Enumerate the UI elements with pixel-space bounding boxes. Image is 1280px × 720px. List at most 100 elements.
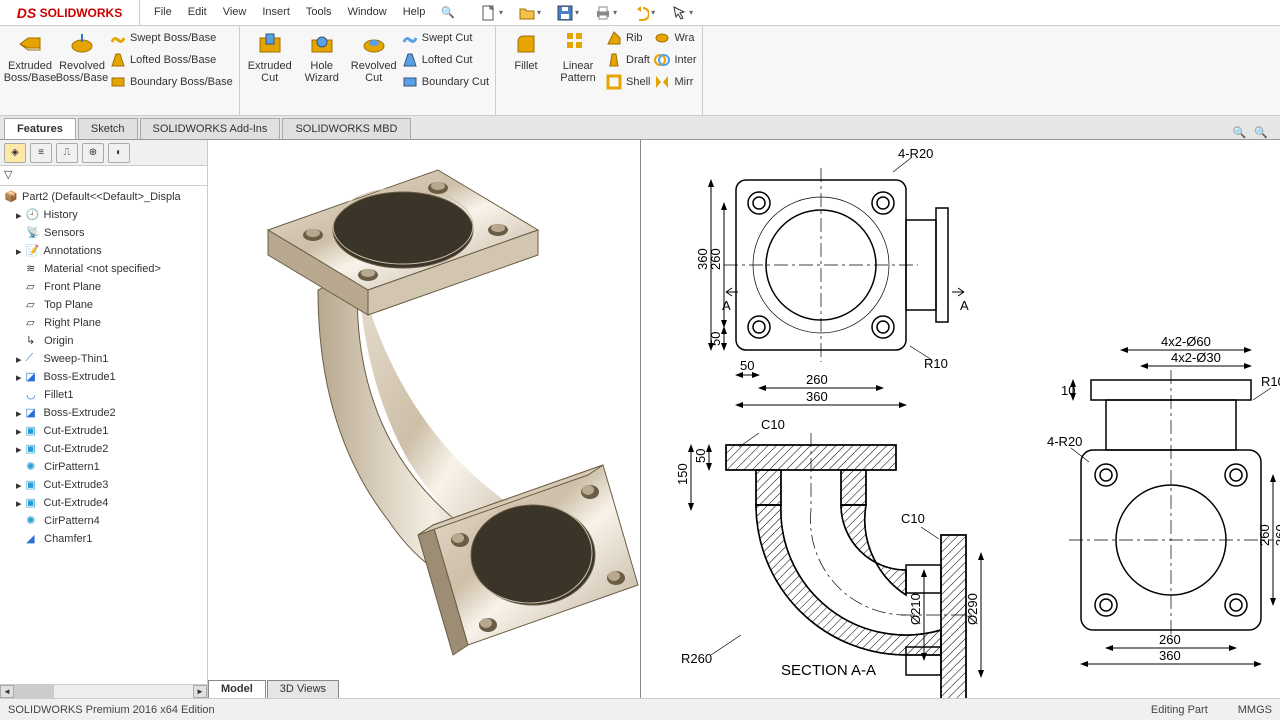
- tree-root[interactable]: 📦Part2 (Default<<Default>_Displa: [0, 188, 207, 206]
- swept-cut-button[interactable]: Swept Cut: [402, 30, 489, 46]
- lofted-boss-button[interactable]: Lofted Boss/Base: [110, 52, 233, 68]
- tree-item[interactable]: ◢Chamfer1: [0, 530, 207, 548]
- tree-tab-dimxpert-icon[interactable]: ⊕: [82, 143, 104, 163]
- tree-item[interactable]: ▸ ▣Cut-Extrude3: [0, 476, 207, 494]
- svg-text:R260: R260: [681, 651, 712, 666]
- tree-item[interactable]: ≋Material <not specified>: [0, 260, 207, 278]
- svg-text:R10: R10: [924, 356, 948, 371]
- tree-item[interactable]: 📡Sensors: [0, 224, 207, 242]
- tree-item[interactable]: ◡Fillet1: [0, 386, 207, 404]
- main-menu: File Edit View Insert Tools Window Help …: [140, 3, 469, 22]
- tree-item[interactable]: ▸ 🕘History: [0, 206, 207, 224]
- boundary-cut-button[interactable]: Boundary Cut: [402, 74, 489, 90]
- fillet-button[interactable]: Fillet: [502, 30, 550, 90]
- ribbon: Extruded Boss/Base Revolved Boss/Base Sw…: [0, 26, 1280, 116]
- boundary-boss-button[interactable]: Boundary Boss/Base: [110, 74, 233, 90]
- svg-text:C10: C10: [761, 417, 785, 432]
- svg-text:Ø290: Ø290: [965, 593, 980, 625]
- command-tab-bar: Features Sketch SOLIDWORKS Add-Ins SOLID…: [0, 116, 1280, 140]
- tree-item[interactable]: ✺CirPattern4: [0, 512, 207, 530]
- extruded-boss-label: Extruded Boss/Base: [4, 60, 57, 84]
- tab-features[interactable]: Features: [4, 118, 76, 139]
- tab-mbd[interactable]: SOLIDWORKS MBD: [282, 118, 410, 139]
- tree-tab-property-icon[interactable]: ≡: [30, 143, 52, 163]
- wrap-button[interactable]: Wra: [654, 30, 696, 46]
- zoom-area-icon[interactable]: 🔍: [1254, 126, 1268, 139]
- status-mode: Editing Part: [1151, 704, 1208, 716]
- status-bar: SOLIDWORKS Premium 2016 x64 Edition Edit…: [0, 698, 1280, 720]
- svg-text:360: 360: [806, 389, 828, 404]
- tree-tab-appearance-icon[interactable]: ◐: [108, 143, 130, 163]
- zoom-fit-icon[interactable]: 🔍: [1233, 126, 1247, 139]
- app-logo: DS SOLIDWORKS: [0, 0, 140, 25]
- svg-text:4x2-Ø60: 4x2-Ø60: [1161, 334, 1211, 349]
- status-edition: SOLIDWORKS Premium 2016 x64 Edition: [8, 704, 215, 716]
- svg-text:Ø210: Ø210: [908, 593, 923, 625]
- svg-text:C10: C10: [901, 511, 925, 526]
- tab-addins[interactable]: SOLIDWORKS Add-Ins: [140, 118, 281, 139]
- tree-item[interactable]: ▸ ▣Cut-Extrude1: [0, 422, 207, 440]
- svg-text:4-R20: 4-R20: [898, 146, 933, 161]
- menu-tools[interactable]: Tools: [304, 3, 334, 22]
- menu-search-icon[interactable]: 🔍: [439, 3, 457, 22]
- qat-save-button[interactable]: ▾: [553, 3, 583, 23]
- tree-item[interactable]: ▸ ⟋Sweep-Thin1: [0, 350, 207, 368]
- tab-sketch[interactable]: Sketch: [78, 118, 138, 139]
- svg-text:260: 260: [1257, 524, 1272, 546]
- mirror-button[interactable]: Mirr: [654, 74, 696, 90]
- tree-tab-features-icon[interactable]: ◈: [4, 143, 26, 163]
- rib-button[interactable]: Rib: [606, 30, 650, 46]
- hole-wizard-button[interactable]: Hole Wizard: [298, 30, 346, 90]
- tree-tab-config-icon[interactable]: ⎍: [56, 143, 78, 163]
- extruded-cut-button[interactable]: Extruded Cut: [246, 30, 294, 90]
- menu-view[interactable]: View: [221, 3, 249, 22]
- bottom-tab-3dviews[interactable]: 3D Views: [267, 680, 339, 698]
- svg-text:260: 260: [806, 372, 828, 387]
- shell-button[interactable]: Shell: [606, 74, 650, 90]
- revolved-boss-label: Revolved Boss/Base: [56, 60, 109, 84]
- swept-boss-button[interactable]: Swept Boss/Base: [110, 30, 233, 46]
- svg-text:50: 50: [708, 332, 723, 346]
- tree-item[interactable]: ▸ ▣Cut-Extrude2: [0, 440, 207, 458]
- view-tabs: Model 3D Views: [208, 680, 340, 698]
- draft-button[interactable]: Draft: [606, 52, 650, 68]
- linear-pattern-button[interactable]: Linear Pattern: [554, 30, 602, 90]
- svg-text:260: 260: [1159, 632, 1181, 647]
- tree-item[interactable]: ▸ 📝Annotations: [0, 242, 207, 260]
- svg-text:R10: R10: [1261, 374, 1280, 389]
- tree-item[interactable]: ▸ ◪Boss-Extrude1: [0, 368, 207, 386]
- menu-help[interactable]: Help: [401, 3, 428, 22]
- lofted-cut-button[interactable]: Lofted Cut: [402, 52, 489, 68]
- qat-select-button[interactable]: ▾: [667, 3, 697, 23]
- intersect-button[interactable]: Inter: [654, 52, 696, 68]
- menu-edit[interactable]: Edit: [186, 3, 209, 22]
- qat-undo-button[interactable]: ▾: [629, 3, 659, 23]
- svg-text:SECTION A-A: SECTION A-A: [781, 662, 876, 679]
- tree-item[interactable]: ↳Origin: [0, 332, 207, 350]
- revolved-boss-button[interactable]: Revolved Boss/Base: [58, 30, 106, 90]
- feature-tree[interactable]: 📦Part2 (Default<<Default>_Displa ▸ 🕘Hist…: [0, 186, 207, 684]
- revolved-cut-button[interactable]: Revolved Cut: [350, 30, 398, 90]
- svg-text:50: 50: [740, 358, 754, 373]
- drawing-sheet: A A 50 260 360 360 260 50: [640, 140, 1280, 698]
- qat-new-button[interactable]: ▾: [477, 3, 507, 23]
- menu-insert[interactable]: Insert: [260, 3, 292, 22]
- feature-tree-pane: ◈ ≡ ⎍ ⊕ ◐ ▽ 📦Part2 (Default<<Default>_Di…: [0, 140, 208, 698]
- tree-item[interactable]: ▸ ▣Cut-Extrude4: [0, 494, 207, 512]
- tree-item[interactable]: ▱Right Plane: [0, 314, 207, 332]
- filter-icon[interactable]: ▽: [4, 169, 12, 181]
- tree-item[interactable]: ✺CirPattern1: [0, 458, 207, 476]
- qat-open-button[interactable]: ▾: [515, 3, 545, 23]
- extruded-boss-button[interactable]: Extruded Boss/Base: [6, 30, 54, 90]
- tree-item[interactable]: ▸ ◪Boss-Extrude2: [0, 404, 207, 422]
- graphics-viewport[interactable]: [208, 140, 648, 698]
- svg-text:A: A: [722, 298, 731, 313]
- tree-item[interactable]: ▱Front Plane: [0, 278, 207, 296]
- status-units[interactable]: MMGS: [1238, 704, 1272, 716]
- qat-print-button[interactable]: ▾: [591, 3, 621, 23]
- bottom-tab-model[interactable]: Model: [208, 680, 266, 698]
- tree-hscroll[interactable]: ◄►: [0, 684, 207, 698]
- menu-file[interactable]: File: [152, 3, 174, 22]
- menu-window[interactable]: Window: [346, 3, 389, 22]
- tree-item[interactable]: ▱Top Plane: [0, 296, 207, 314]
